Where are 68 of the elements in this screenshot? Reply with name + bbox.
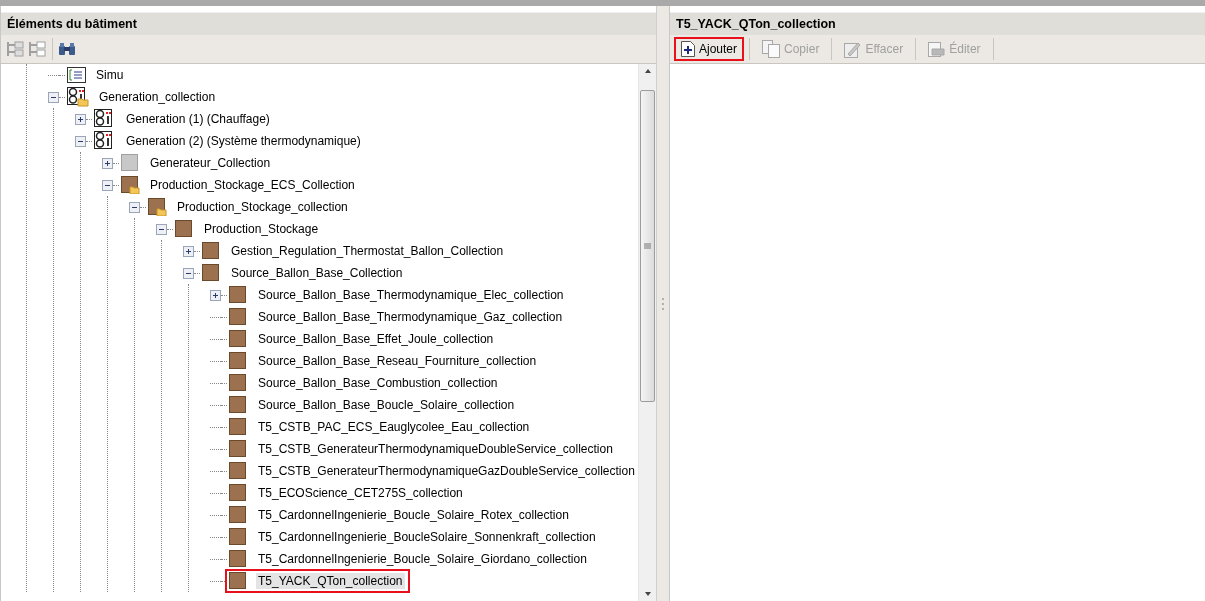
script-icon (67, 67, 86, 83)
tree-item[interactable]: Production_Stockage (202, 221, 321, 237)
square-icon (202, 242, 221, 260)
folder-icon (148, 198, 167, 216)
square-icon (202, 264, 221, 282)
square-icon (229, 374, 248, 392)
collapse-toggle[interactable] (75, 135, 86, 147)
square-icon (229, 396, 248, 414)
toolbar-button[interactable]: Ajouter (674, 37, 745, 61)
tree-item[interactable]: Simu (94, 67, 126, 83)
tree-item[interactable]: Source_Ballon_Base_Effet_Joule_collection (256, 331, 496, 347)
square-icon (229, 572, 248, 590)
tree-item[interactable]: Source_Ballon_Base_Combustion_collection (256, 375, 500, 391)
tree-item[interactable]: T5_CardonnelIngenierie_BoucleSolaire_Sonnenkraft_collection (256, 529, 598, 545)
tree-item[interactable]: T5_CardonnelIngenierie_Boucle_Solaire_Rotex_collection (256, 507, 571, 523)
square-icon (229, 528, 248, 546)
square-icon (229, 484, 248, 502)
tree-item[interactable]: Production_Stockage_ECS_Collection (148, 177, 357, 193)
collapse-toggle[interactable] (156, 223, 167, 235)
tree-item[interactable]: Gestion_Regulation_Thermostat_Ballon_Collection (229, 243, 506, 259)
collapse-toggle[interactable] (48, 91, 59, 103)
square-icon (229, 440, 248, 458)
tree-item[interactable]: Generation_collection (97, 89, 218, 105)
square-icon (229, 330, 248, 348)
tree-item[interactable]: Source_Ballon_Base_Collection (229, 265, 405, 281)
expand-toggle[interactable] (183, 245, 194, 257)
copy-icon (762, 40, 781, 58)
tree-item[interactable]: Source_Ballon_Base_Reseau_Fourniture_collection (256, 353, 539, 369)
pencil-icon (844, 40, 862, 58)
square-icon (229, 550, 248, 568)
tree-item[interactable]: T5_CSTB_GenerateurThermodynamiqueDoubleService_collection (256, 441, 615, 457)
square-icon (175, 220, 194, 238)
tree-item[interactable]: T5_YACK_QTon_collection (256, 573, 405, 589)
tree-item[interactable]: Generateur_Collection (148, 155, 273, 171)
collapse-toggle[interactable] (129, 201, 140, 213)
scrollbar[interactable] (638, 64, 656, 601)
expand-toggle[interactable] (210, 289, 221, 301)
square-icon (229, 506, 248, 524)
tree-item[interactable]: Source_Ballon_Base_Thermodynamique_Elec_collection (256, 287, 566, 303)
square-icon (229, 286, 248, 304)
gear-folder-icon (67, 87, 89, 107)
edit-icon (928, 41, 946, 57)
panel-title: Éléments du bâtiment (1, 12, 656, 35)
grip-icon (644, 243, 651, 249)
tree-item[interactable]: Generation (2) (Système thermodynamique) (124, 133, 363, 149)
panel-title: T5_YACK_QTon_collection (670, 12, 1205, 35)
square-icon (229, 418, 248, 436)
tree-item[interactable]: T5_CSTB_PAC_ECS_Eauglycolee_Eau_collection (256, 419, 532, 435)
scroll-thumb[interactable] (640, 90, 655, 402)
tree-item[interactable]: Generation (1) (Chauffage) (124, 111, 272, 127)
expand-toggle[interactable] (102, 157, 113, 169)
collapse-toggle[interactable] (183, 267, 194, 279)
tree-item[interactable]: Production_Stockage_collection (175, 199, 350, 215)
tree-item[interactable]: T5_ECOScience_CET275S_collection (256, 485, 465, 501)
folder-icon (121, 176, 140, 194)
tree-item[interactable]: Source_Ballon_Base_Boucle_Solaire_collection (256, 397, 517, 413)
square-icon (121, 154, 140, 172)
square-icon (229, 462, 248, 480)
collapse-tree-icon[interactable] (27, 40, 47, 58)
tree-item[interactable]: T5_CSTB_GenerateurThermodynamiqueGazDoubleService_collection (256, 463, 637, 479)
binoculars-icon[interactable] (58, 42, 76, 56)
square-icon (229, 308, 248, 326)
square-icon (229, 352, 248, 370)
tree-item[interactable]: T5_CardonnelIngenierie_Boucle_Solaire_Giordano_collection (256, 551, 589, 567)
expand-toggle[interactable] (75, 113, 86, 125)
plus-icon (681, 41, 695, 57)
collapse-toggle[interactable] (102, 179, 113, 191)
tree-item[interactable]: Source_Ballon_Base_Thermodynamique_Gaz_collection (256, 309, 565, 325)
